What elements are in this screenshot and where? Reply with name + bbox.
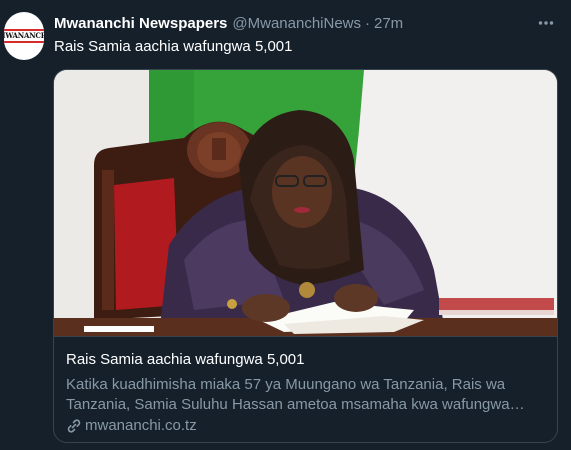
- avatar[interactable]: MWANANCHI: [4, 12, 44, 60]
- link-card[interactable]: Rais Samia aachia wafungwa 5,001 Katika …: [53, 69, 558, 443]
- card-image[interactable]: [54, 70, 557, 336]
- card-title[interactable]: Rais Samia aachia wafungwa 5,001: [66, 351, 304, 368]
- more-options-icon[interactable]: [535, 12, 557, 34]
- author-handle[interactable]: @MwananchiNews: [232, 15, 361, 32]
- author-name[interactable]: Mwananchi Newspapers: [54, 15, 227, 32]
- card-description: Katika kuadhimisha miaka 57 ya Muungano …: [66, 376, 510, 413]
- tweet-text: Rais Samia aachia wafungwa 5,001: [54, 38, 293, 55]
- tweet-timestamp[interactable]: 27m: [374, 15, 403, 32]
- tweet-header: Mwananchi Newspapers @MwananchiNews · 27…: [54, 13, 403, 33]
- link-icon: [67, 418, 81, 433]
- avatar-logo: MWANANCHI: [4, 29, 44, 43]
- card-domain[interactable]: mwananchi.co.tz: [66, 417, 197, 434]
- separator-dot: ·: [365, 14, 370, 32]
- tweet[interactable]: MWANANCHI Mwananchi Newspapers @Mwananch…: [0, 0, 571, 450]
- card-domain-text: mwananchi.co.tz: [85, 417, 197, 434]
- card-info[interactable]: Rais Samia aachia wafungwa 5,001 Katika …: [54, 336, 557, 442]
